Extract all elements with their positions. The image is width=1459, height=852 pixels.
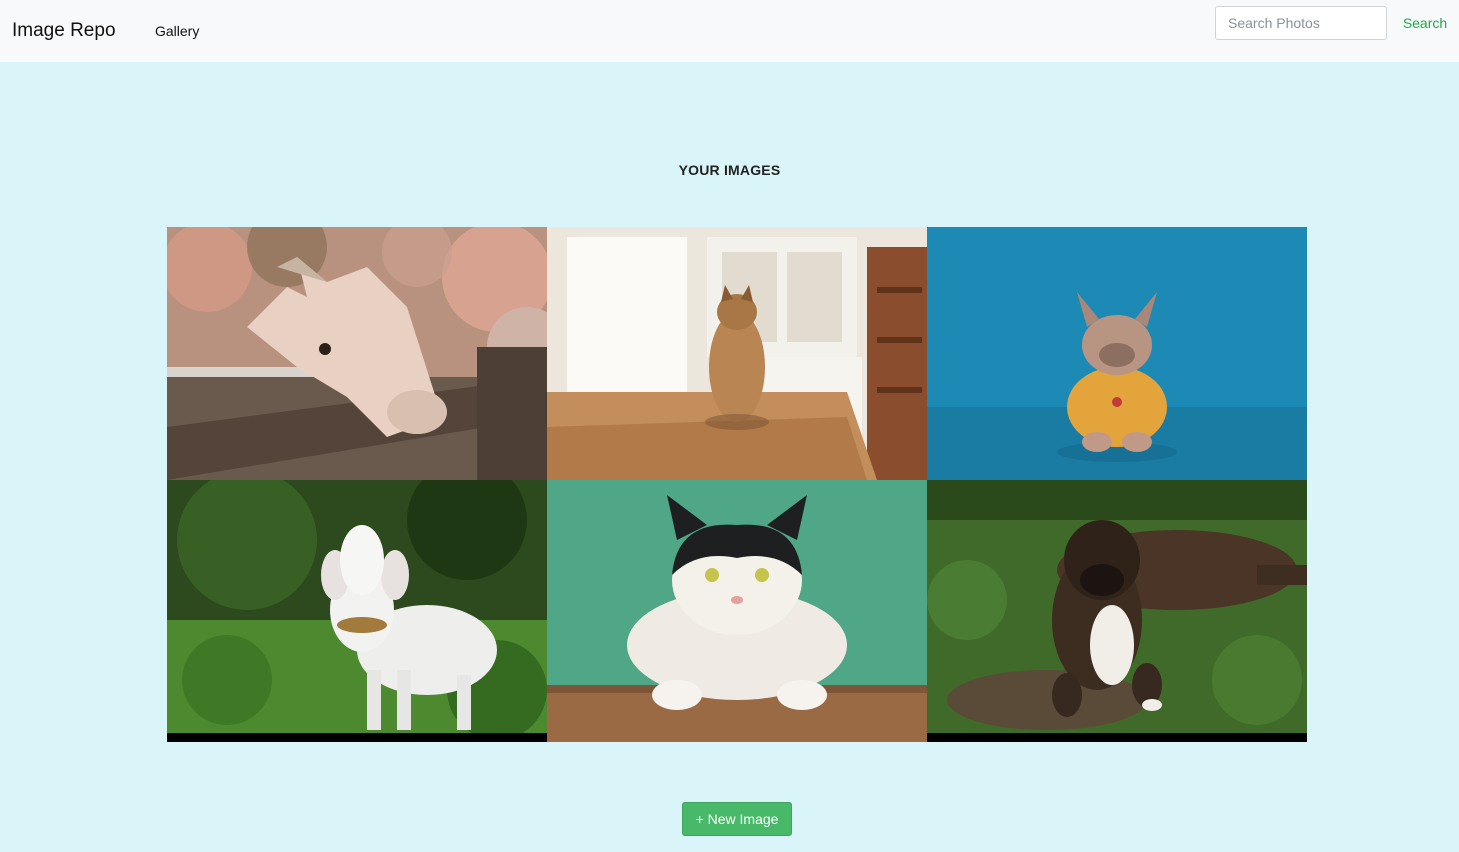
gallery-image-cat-green[interactable] [547, 480, 927, 742]
brand-logo[interactable]: Image Repo [12, 20, 116, 42]
image-gallery [167, 227, 1307, 742]
new-image-button[interactable]: + New Image [682, 802, 792, 836]
search-input[interactable] [1215, 6, 1387, 40]
navbar: Image Repo Gallery Search [0, 0, 1459, 62]
gallery-image-goat-fence[interactable] [167, 227, 547, 480]
gallery-image-goat-grass[interactable] [167, 480, 547, 733]
gallery-image-bulldog-blue[interactable] [927, 227, 1307, 480]
gallery-image-boxer-grass[interactable] [927, 480, 1307, 733]
nav-link-gallery[interactable]: Gallery [155, 23, 199, 39]
page-title: YOUR IMAGES [678, 162, 781, 178]
gallery-image-cat-kitchen[interactable] [547, 227, 927, 480]
search-button[interactable]: Search [1396, 6, 1454, 40]
